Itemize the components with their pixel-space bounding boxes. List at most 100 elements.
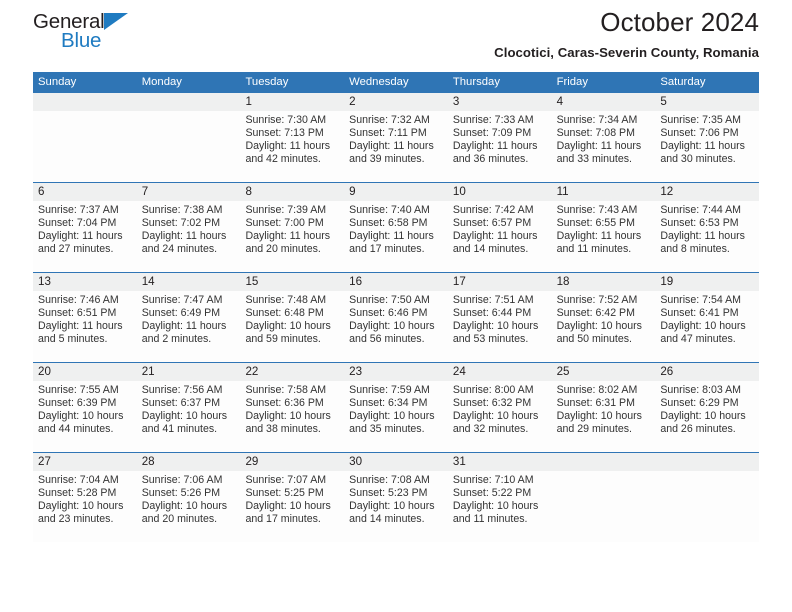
day-number-7[interactable]: 7: [137, 183, 241, 201]
daylight-text-cont: and 36 minutes.: [452, 153, 529, 166]
day-number-26[interactable]: 26: [655, 363, 759, 381]
sunrise-text: Sunrise: 7:37 AM: [38, 204, 119, 216]
day-number-8[interactable]: 8: [240, 183, 344, 201]
day-number-18[interactable]: 18: [552, 273, 656, 291]
weekday-header-tuesday: Tuesday: [245, 76, 289, 88]
day-number-27[interactable]: 27: [33, 453, 137, 471]
day-cell-31[interactable]: Sunrise: 7:10 AM Sunset: 5:22 PM Daylight:…: [448, 471, 552, 542]
day-number-16[interactable]: 16: [344, 273, 448, 291]
daylight-text: Daylight: 10 hours: [349, 320, 435, 333]
day-number-6[interactable]: 6: [33, 183, 137, 201]
day-cell-21[interactable]: Sunrise: 7:56 AM Sunset: 6:37 PM Daylight:…: [137, 381, 241, 452]
day-cell-1[interactable]: Sunrise: 7:30 AM Sunset: 7:13 PM Daylight:…: [240, 111, 344, 182]
daylight-text: Daylight: 11 hours: [556, 230, 642, 243]
daylight-text: Daylight: 10 hours: [349, 410, 435, 423]
day-cell-16[interactable]: Sunrise: 7:50 AM Sunset: 6:46 PM Daylight:…: [344, 291, 448, 362]
daylight-text-cont: and 59 minutes.: [245, 333, 321, 346]
daylight-text: Daylight: 10 hours: [141, 500, 228, 513]
day-cell-27[interactable]: Sunrise: 7:04 AM Sunset: 5:28 PM Daylight:…: [33, 471, 137, 542]
calendar-week-row: 13 14 15 16 17 18 19 Sunrise: 7:46 AM Sunset: 6:…: [33, 272, 759, 362]
daylight-text-cont: and 32 minutes.: [452, 423, 529, 436]
day-number-14[interactable]: 14: [137, 273, 241, 291]
day-number-13[interactable]: 13: [33, 273, 137, 291]
day-cell-19[interactable]: Sunrise: 7:54 AM Sunset: 6:41 PM Daylight:…: [655, 291, 759, 362]
daylight-text-cont: and 44 minutes.: [38, 423, 114, 436]
sunrise-text: Sunrise: 7:40 AM: [349, 204, 430, 216]
daylight-text-cont: and 33 minutes.: [556, 153, 632, 166]
day-number-9[interactable]: 9: [344, 183, 448, 201]
day-cell-28[interactable]: Sunrise: 7:06 AM Sunset: 5:26 PM Daylight:…: [137, 471, 241, 542]
daylight-text: Daylight: 11 hours: [141, 320, 227, 333]
day-cell-10[interactable]: Sunrise: 7:42 AM Sunset: 6:57 PM Daylight:…: [448, 201, 552, 272]
daylight-text: Daylight: 10 hours: [141, 410, 228, 423]
day-cell-13[interactable]: Sunrise: 7:46 AM Sunset: 6:51 PM Daylight:…: [33, 291, 137, 362]
day-number-5[interactable]: 5: [655, 93, 759, 111]
daylight-text: Daylight: 10 hours: [660, 410, 746, 423]
day-cell-9[interactable]: Sunrise: 7:40 AM Sunset: 6:58 PM Daylight:…: [344, 201, 448, 272]
day-number-10[interactable]: 10: [448, 183, 552, 201]
daylight-text-cont: and 24 minutes.: [141, 243, 218, 256]
day-cell-15[interactable]: Sunrise: 7:48 AM Sunset: 6:48 PM Daylight:…: [240, 291, 344, 362]
day-number-20[interactable]: 20: [33, 363, 137, 381]
sunrise-text: Sunrise: 8:03 AM: [660, 384, 741, 396]
day-number-1[interactable]: 1: [240, 93, 344, 111]
sunset-text: Sunset: 6:51 PM: [38, 307, 117, 320]
sunset-text: Sunset: 6:37 PM: [141, 397, 221, 410]
day-cell-8[interactable]: Sunrise: 7:39 AM Sunset: 7:00 PM Daylight:…: [240, 201, 344, 272]
day-number-3[interactable]: 3: [448, 93, 552, 111]
weekday-header-monday: Monday: [141, 76, 182, 88]
day-cell-29[interactable]: Sunrise: 7:07 AM Sunset: 5:25 PM Daylight:…: [240, 471, 344, 542]
week-detail-band: Sunrise: 7:30 AM Sunset: 7:13 PM Daylight:…: [33, 111, 759, 182]
day-cell-22[interactable]: Sunrise: 7:58 AM Sunset: 6:36 PM Daylight:…: [240, 381, 344, 452]
day-cell-18[interactable]: Sunrise: 7:52 AM Sunset: 6:42 PM Daylight:…: [552, 291, 656, 362]
day-number-29[interactable]: 29: [240, 453, 344, 471]
day-number-28[interactable]: 28: [137, 453, 241, 471]
day-cell-30[interactable]: Sunrise: 7:08 AM Sunset: 5:23 PM Daylight:…: [344, 471, 448, 542]
daylight-text-cont: and 11 minutes.: [452, 513, 528, 526]
sunset-text: Sunset: 6:55 PM: [556, 217, 635, 230]
day-cell-6[interactable]: Sunrise: 7:37 AM Sunset: 7:04 PM Daylight:…: [33, 201, 137, 272]
day-number-2[interactable]: 2: [344, 93, 448, 111]
day-cell-5[interactable]: Sunrise: 7:35 AM Sunset: 7:06 PM Daylight:…: [655, 111, 759, 182]
day-number-17[interactable]: 17: [448, 273, 552, 291]
sunrise-text: Sunrise: 7:54 AM: [660, 294, 741, 306]
daylight-text-cont: and 50 minutes.: [556, 333, 632, 346]
day-cell-4[interactable]: Sunrise: 7:34 AM Sunset: 7:08 PM Daylight:…: [552, 111, 656, 182]
day-number-11[interactable]: 11: [552, 183, 656, 201]
day-number-19[interactable]: 19: [655, 273, 759, 291]
day-number-25[interactable]: 25: [552, 363, 656, 381]
day-cell-12[interactable]: Sunrise: 7:44 AM Sunset: 6:53 PM Daylight:…: [655, 201, 759, 272]
sunset-text: Sunset: 6:32 PM: [452, 397, 532, 410]
day-number-31[interactable]: 31: [448, 453, 552, 471]
day-cell-25[interactable]: Sunrise: 8:02 AM Sunset: 6:31 PM Daylight:…: [552, 381, 656, 452]
sunset-text: Sunset: 6:48 PM: [245, 307, 324, 320]
sunset-text: Sunset: 6:36 PM: [245, 397, 324, 410]
sunrise-text: Sunrise: 7:08 AM: [349, 474, 430, 486]
day-cell-14[interactable]: Sunrise: 7:47 AM Sunset: 6:49 PM Daylight:…: [137, 291, 241, 362]
day-number-empty: [137, 93, 241, 111]
sunrise-text: Sunrise: 7:42 AM: [452, 204, 534, 216]
daylight-text: Daylight: 11 hours: [349, 140, 434, 153]
day-cell-empty: [552, 471, 656, 542]
day-cell-7[interactable]: Sunrise: 7:38 AM Sunset: 7:02 PM Daylight:…: [137, 201, 241, 272]
day-number-23[interactable]: 23: [344, 363, 448, 381]
day-number-15[interactable]: 15: [240, 273, 344, 291]
day-cell-3[interactable]: Sunrise: 7:33 AM Sunset: 7:09 PM Daylight:…: [448, 111, 552, 182]
day-cell-17[interactable]: Sunrise: 7:51 AM Sunset: 6:44 PM Daylight:…: [448, 291, 552, 362]
day-cell-20[interactable]: Sunrise: 7:55 AM Sunset: 6:39 PM Daylight:…: [33, 381, 137, 452]
day-number-21[interactable]: 21: [137, 363, 241, 381]
daylight-text: Daylight: 11 hours: [141, 230, 227, 243]
day-number-24[interactable]: 24: [448, 363, 552, 381]
day-number-22[interactable]: 22: [240, 363, 344, 381]
sunset-text: Sunset: 6:53 PM: [660, 217, 739, 230]
day-cell-23[interactable]: Sunrise: 7:59 AM Sunset: 6:34 PM Daylight:…: [344, 381, 448, 452]
day-cell-24[interactable]: Sunrise: 8:00 AM Sunset: 6:32 PM Daylight:…: [448, 381, 552, 452]
day-number-4[interactable]: 4: [552, 93, 656, 111]
day-cell-11[interactable]: Sunrise: 7:43 AM Sunset: 6:55 PM Daylight:…: [552, 201, 656, 272]
daylight-text-cont: and 14 minutes.: [349, 513, 425, 526]
day-cell-2[interactable]: Sunrise: 7:32 AM Sunset: 7:11 PM Daylight:…: [344, 111, 448, 182]
day-number-12[interactable]: 12: [655, 183, 759, 201]
page-header: General Blue October 2024 Clocotici, Car…: [33, 0, 759, 72]
day-cell-26[interactable]: Sunrise: 8:03 AM Sunset: 6:29 PM Daylight:…: [655, 381, 759, 452]
day-number-30[interactable]: 30: [344, 453, 448, 471]
